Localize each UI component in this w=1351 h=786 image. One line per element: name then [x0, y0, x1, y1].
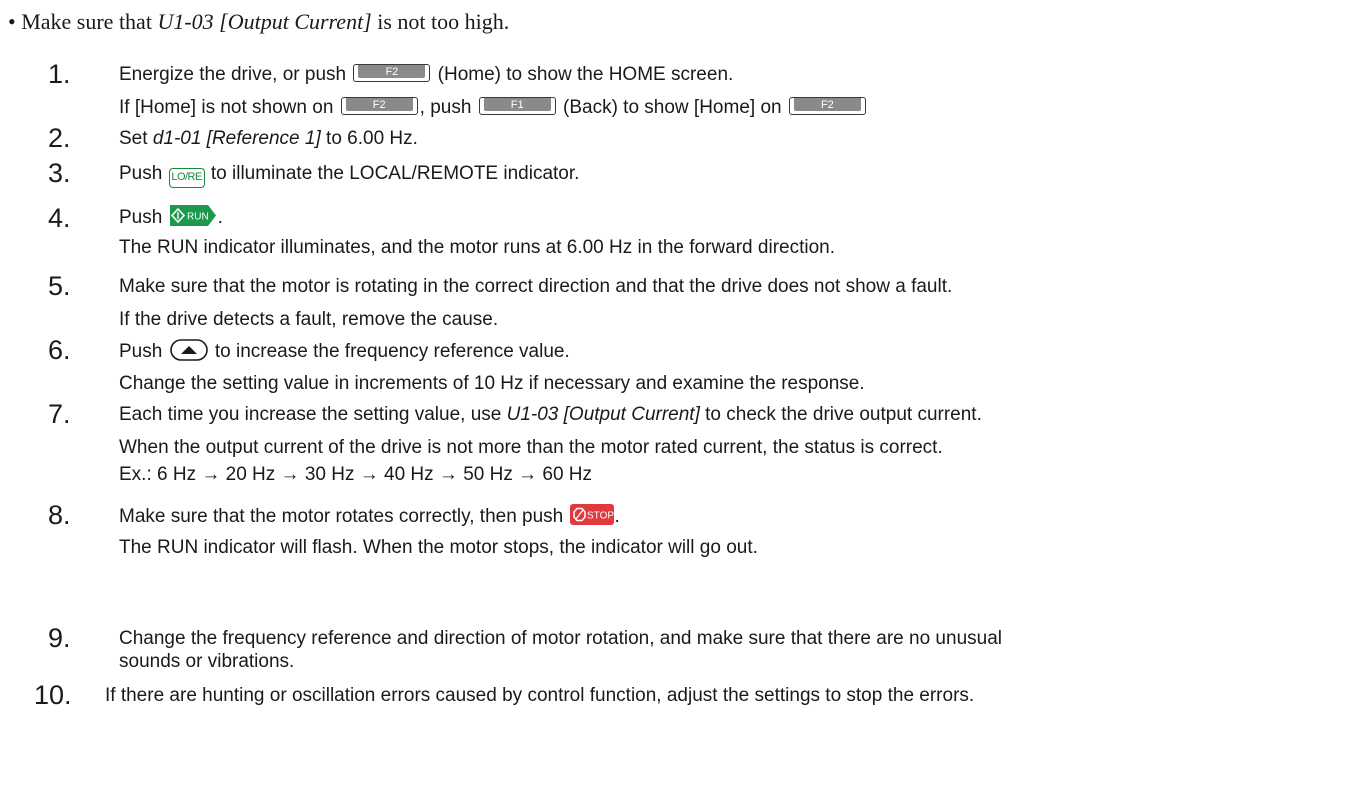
step-text: Make sure that the motor rotates correct…: [119, 506, 564, 527]
step-text: to 6.00 Hz.: [320, 128, 418, 149]
step-text: to increase the frequency reference valu…: [214, 341, 570, 362]
step-text: to check the drive output current.: [699, 404, 982, 425]
run-key-icon: RUN: [168, 204, 218, 226]
stop-key-label: STOP: [587, 511, 614, 522]
step-number: 2.: [48, 123, 71, 153]
step-number: 4.: [48, 203, 71, 233]
step-1-line-2: If [Home] is not shown on F2, push F1 (B…: [119, 96, 868, 120]
f1-key-icon: F1: [478, 97, 556, 115]
step-number: 7.: [48, 399, 71, 429]
step-text: , push: [419, 97, 472, 118]
step-text: .: [614, 506, 620, 527]
step-2-line-1: Set d1-01 [Reference 1] to 6.00 Hz.: [119, 127, 418, 151]
step-6-line-1: Push to increase the frequency reference…: [119, 339, 570, 368]
step-5-line-1: Make sure that the motor is rotating in …: [119, 276, 953, 297]
intro-suffix: is not too high.: [371, 9, 510, 34]
bullet-glyph: •: [8, 9, 16, 34]
step-text: Push: [119, 163, 163, 184]
step-text: (Back) to show [Home] on: [563, 97, 782, 118]
step-4-line-1: Push RUN .: [119, 204, 223, 230]
step-8-line-1: Make sure that the motor rotates correct…: [119, 503, 620, 529]
step-number: 5.: [48, 271, 71, 301]
intro-prefix: Make sure that: [21, 9, 158, 34]
f2-key-icon: F2: [340, 97, 418, 115]
step-number: 8.: [48, 500, 71, 530]
step-3-line-1: Push LO/RE to illuminate the LOCAL/REMOT…: [119, 162, 579, 188]
step-text: (Home) to show the HOME screen.: [437, 64, 734, 85]
step-text: If [Home] is not shown on: [119, 97, 334, 118]
step-7-line-3: Ex.: 6 Hz → 20 Hz → 30 Hz → 40 Hz → 50 H…: [119, 464, 593, 485]
step-7-line-1: Each time you increase the setting value…: [119, 403, 982, 427]
step-number: 3.: [48, 158, 71, 188]
step-4-line-2: The RUN indicator illuminates, and the m…: [119, 237, 835, 258]
step-8-line-2: The RUN indicator will flash. When the m…: [119, 537, 758, 558]
step-5-line-2: If the drive detects a fault, remove the…: [119, 309, 499, 330]
step-text: Push: [119, 341, 163, 362]
step-text: Push: [119, 207, 163, 228]
step-number: 1.: [48, 59, 71, 89]
step-7-line-2: When the output current of the drive is …: [119, 437, 943, 458]
step-text: to illuminate the LOCAL/REMOTE indicator…: [210, 163, 580, 184]
intro-param: U1-03 [Output Current]: [157, 9, 372, 34]
step-1-line-1: Energize the drive, or push F2 (Home) to…: [119, 63, 733, 87]
intro-bullet: • Make sure that U1-03 [Output Current] …: [8, 8, 509, 36]
step-6-line-2: Change the setting value in increments o…: [119, 373, 865, 394]
step-text: .: [217, 207, 223, 228]
param-name: U1-03 [Output Current]: [506, 404, 700, 425]
step-9-line-2: sounds or vibrations.: [119, 651, 295, 672]
step-number: 10.: [34, 680, 72, 710]
up-arrow-key-icon: [169, 339, 208, 368]
stop-key-icon: STOP: [569, 503, 615, 525]
f2-key-icon: F2: [788, 97, 866, 115]
step-9-line-1: Change the frequency reference and direc…: [119, 628, 1002, 649]
run-key-label: RUN: [187, 212, 209, 223]
param-name: d1-01 [Reference 1]: [152, 128, 321, 149]
f2-key-icon: F2: [353, 64, 431, 82]
step-text: Set: [119, 128, 153, 149]
step-text: Each time you increase the setting value…: [119, 404, 507, 425]
lo-re-key-icon: LO/RE: [168, 168, 205, 188]
step-text: Energize the drive, or push: [119, 64, 347, 85]
step-number: 9.: [48, 623, 71, 653]
step-number: 6.: [48, 335, 71, 365]
step-10-line-1: If there are hunting or oscillation erro…: [105, 685, 975, 706]
